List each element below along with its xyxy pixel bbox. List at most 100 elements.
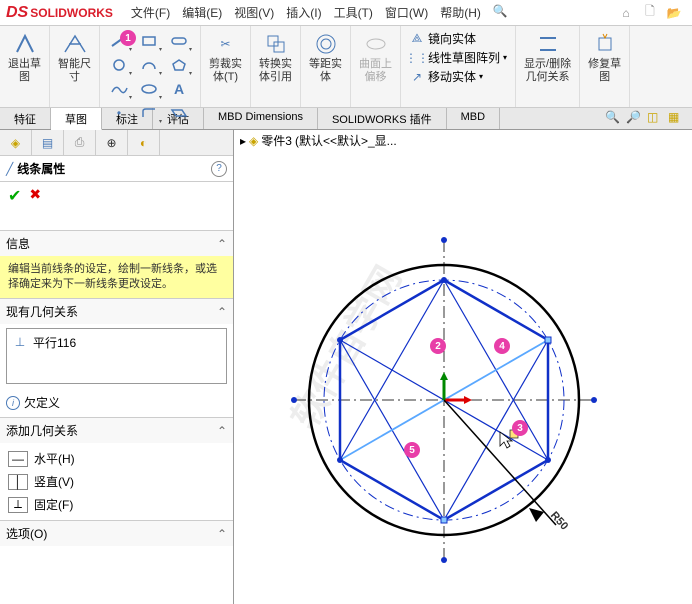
linear-pattern-button[interactable]: ⋮⋮线性草图阵列▾ xyxy=(409,49,507,66)
info-icon[interactable]: i xyxy=(6,396,20,410)
app-logo: DS SOLIDWORKS xyxy=(0,4,119,22)
ribbon-group-offset: 等距实 体 xyxy=(301,26,351,107)
ribbon-group-exit: 退出草 图 xyxy=(0,26,50,107)
mirror-button[interactable]: ⟁镜向实体 xyxy=(409,30,507,47)
convert-icon xyxy=(262,30,290,58)
tab-mbd[interactable]: MBD xyxy=(447,108,500,129)
existing-relations-section: 现有几何关系⌃ ⊥ 平行116 i 欠定义 xyxy=(0,298,233,417)
pattern-icon: ⋮⋮ xyxy=(409,50,425,66)
sketch-drawing xyxy=(234,130,692,604)
point-tool-icon[interactable]: • xyxy=(106,102,132,124)
chevron-up-icon: ⌃ xyxy=(217,237,227,251)
perpendicular-icon: ⊥ xyxy=(11,333,29,351)
add-horizontal-button[interactable]: —水平(H) xyxy=(8,447,225,470)
panel-tab-config[interactable]: ⎙ xyxy=(64,130,96,155)
relations-icon xyxy=(534,30,562,58)
arc-tool-icon[interactable]: ▾ xyxy=(136,54,162,76)
panel-tab-display[interactable]: ◐ xyxy=(128,130,160,155)
tab-addins[interactable]: SOLIDWORKS 插件 xyxy=(318,108,447,129)
relation-item[interactable]: ⊥ 平行116 xyxy=(9,331,224,353)
cancel-button[interactable]: ✖ xyxy=(29,186,41,206)
new-doc-icon[interactable]: 🗋 xyxy=(640,3,660,23)
ribbon-group-convert: 转换实 体引用 xyxy=(251,26,301,107)
annotation-badge-1: 1 xyxy=(120,30,136,46)
panel-tab-property[interactable]: ▤ xyxy=(32,130,64,155)
menu-view[interactable]: 视图(V) xyxy=(230,2,278,23)
add-relations-header[interactable]: 添加几何关系⌃ xyxy=(0,418,233,443)
circle-tool-icon[interactable]: ▾ xyxy=(106,54,132,76)
convert-entities-button[interactable]: 转换实 体引用 xyxy=(255,28,296,86)
spline-tool-icon[interactable]: ▾ xyxy=(106,78,132,100)
menu-window[interactable]: 窗口(W) xyxy=(381,2,432,23)
polygon-tool-icon[interactable]: ▾ xyxy=(166,54,192,76)
vertical-icon: │ xyxy=(8,474,28,490)
offset-button[interactable]: 等距实 体 xyxy=(305,28,346,86)
move-entities-button[interactable]: ↗移动实体▾ xyxy=(409,68,507,85)
tab-mbd-dim[interactable]: MBD Dimensions xyxy=(204,108,318,129)
confirm-row: ✔ ✖ xyxy=(0,182,233,210)
definition-status: i 欠定义 xyxy=(0,388,233,417)
options-header[interactable]: 选项(O)⌃ xyxy=(0,521,233,546)
sketch-tool-grid: ▾ ▾ ▾ ▾ ▾ ▾ ▾ ▾ A • ▾ xyxy=(104,28,196,126)
annotation-badge-4: 4 xyxy=(494,338,510,354)
tab-sketch[interactable]: 草图 xyxy=(51,108,102,130)
property-panel: ◈ ▤ ⎙ ⊕ ◐ ╱ 线条属性 ? ✔ ✖ 信息⌃ 编辑当前线条的设定，绘制一… xyxy=(0,130,234,604)
add-vertical-button[interactable]: │竖直(V) xyxy=(8,470,225,493)
ok-button[interactable]: ✔ xyxy=(8,186,21,206)
fillet-tool-icon[interactable]: ▾ xyxy=(136,102,162,124)
info-header[interactable]: 信息⌃ xyxy=(0,231,233,256)
ribbon-group-sketch-tools: 1 ▾ ▾ ▾ ▾ ▾ ▾ ▾ ▾ A • ▾ xyxy=(100,26,201,107)
chevron-up-icon: ⌃ xyxy=(217,527,227,541)
ribbon-group-trim: ✂ 剪裁实 体(T) xyxy=(201,26,251,107)
add-fixed-button[interactable]: ⟂固定(F) xyxy=(8,493,225,516)
relations-list[interactable]: ⊥ 平行116 xyxy=(6,328,227,384)
chevron-up-icon: ⌃ xyxy=(217,305,227,319)
exit-sketch-button[interactable]: 退出草 图 xyxy=(4,28,45,86)
help-icon[interactable]: ? xyxy=(211,161,227,177)
annotation-badge-3: 3 xyxy=(512,420,528,436)
menu-tools[interactable]: 工具(T) xyxy=(330,2,377,23)
exit-sketch-icon xyxy=(11,30,39,58)
open-icon[interactable]: 📂 xyxy=(664,3,684,23)
repair-sketch-button[interactable]: 修复草 图 xyxy=(584,28,625,86)
menu-insert[interactable]: 插入(I) xyxy=(282,2,325,23)
ribbon-group-surface-offset: 曲面上 偏移 xyxy=(351,26,401,107)
menu-edit[interactable]: 编辑(E) xyxy=(178,2,226,23)
ribbon-group-pattern: ⟁镜向实体 ⋮⋮线性草图阵列▾ ↗移动实体▾ xyxy=(401,26,516,107)
rectangle-tool-icon[interactable]: ▾ xyxy=(136,30,162,52)
trim-button[interactable]: ✂ 剪裁实 体(T) xyxy=(205,28,246,86)
zoom-fit-icon[interactable]: 🔍 xyxy=(605,110,623,128)
slot-tool-icon[interactable]: ▾ xyxy=(166,30,192,52)
ribbon-group-relations: 显示/删除 几何关系 xyxy=(516,26,580,107)
panel-header: ╱ 线条属性 ? xyxy=(0,156,233,182)
titlebar-icons: ⌂ 🗋 📂 xyxy=(616,3,692,23)
text-tool-icon[interactable]: A xyxy=(166,78,192,100)
annotation-badge-2: 2 xyxy=(430,338,446,354)
menu-help[interactable]: 帮助(H) xyxy=(436,2,485,23)
panel-tab-dim[interactable]: ⊕ xyxy=(96,130,128,155)
show-relations-button[interactable]: 显示/删除 几何关系 xyxy=(520,28,575,86)
zoom-area-icon[interactable]: 🔎 xyxy=(626,110,644,128)
ribbon: 退出草 图 智能尺 寸 1 ▾ ▾ ▾ ▾ ▾ ▾ ▾ ▾ A • ▾ ✂ 剪裁… xyxy=(0,26,692,108)
plane-tool-icon[interactable] xyxy=(166,102,192,124)
chevron-up-icon: ⌃ xyxy=(217,424,227,438)
line-property-icon: ╱ xyxy=(6,162,13,176)
home-icon[interactable]: ⌂ xyxy=(616,3,636,23)
add-relations-section: 添加几何关系⌃ —水平(H) │竖直(V) ⟂固定(F) xyxy=(0,417,233,520)
graphics-canvas[interactable]: ▸ ◈ 零件3 (默认<<默认>_显... 软件自学网 xyxy=(234,130,692,604)
annotation-badge-5: 5 xyxy=(404,442,420,458)
menu-file[interactable]: 文件(F) xyxy=(127,2,174,23)
smart-dimension-button[interactable]: 智能尺 寸 xyxy=(54,28,95,86)
existing-relations-header[interactable]: 现有几何关系⌃ xyxy=(0,299,233,324)
info-section: 信息⌃ 编辑当前线条的设定，绘制一新线条，或选择确定来为下一新线条更改设定。 xyxy=(0,230,233,298)
info-message: 编辑当前线条的设定，绘制一新线条，或选择确定来为下一新线条更改设定。 xyxy=(0,256,233,298)
view-orient-icon[interactable]: ◫ xyxy=(647,110,665,128)
display-style-icon[interactable]: ▦ xyxy=(668,110,686,128)
menu-search-icon[interactable]: 🔍 xyxy=(489,2,512,23)
ellipse-tool-icon[interactable]: ▾ xyxy=(136,78,162,100)
tab-feature[interactable]: 特征 xyxy=(0,108,51,129)
menu-bar: DS SOLIDWORKS 文件(F) 编辑(E) 视图(V) 插入(I) 工具… xyxy=(0,0,692,26)
repair-icon xyxy=(591,30,619,58)
panel-tab-feature-tree[interactable]: ◈ xyxy=(0,130,32,155)
anchor-icon: ⟂ xyxy=(8,497,28,513)
